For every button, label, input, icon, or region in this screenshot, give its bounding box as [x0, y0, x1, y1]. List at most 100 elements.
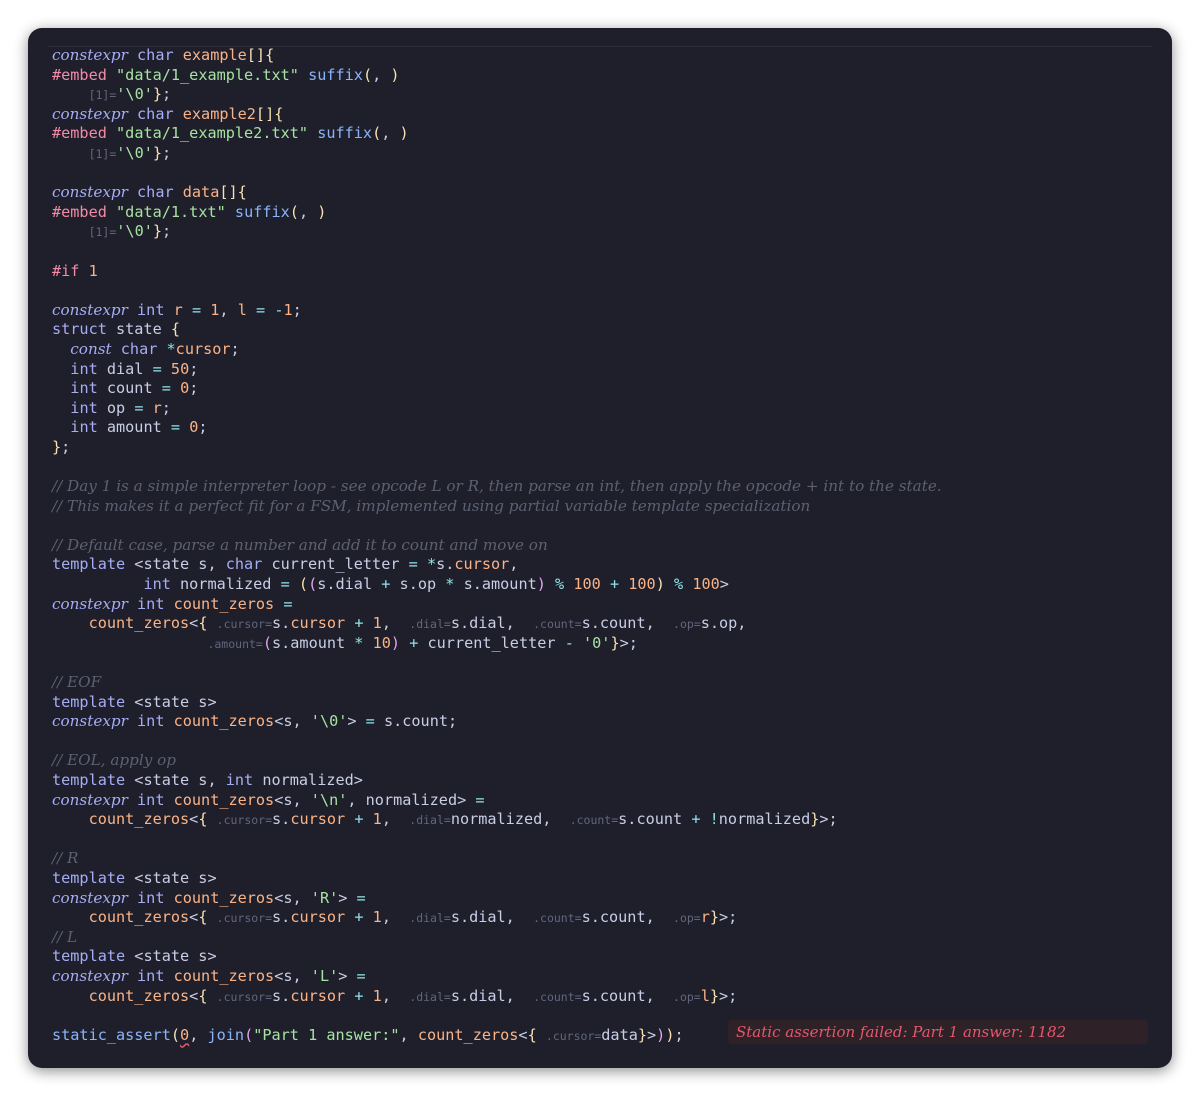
code-line[interactable]: [52, 830, 1162, 850]
code-line[interactable]: constexpr char example2[]{: [52, 105, 1162, 125]
code-text: ;: [230, 339, 240, 358]
code-line[interactable]: #embed "data/1_example2.txt" suffix(, ): [52, 124, 1162, 144]
code-text: ;: [161, 398, 171, 417]
code-line[interactable]: int op = r;: [52, 399, 1162, 419]
code-line[interactable]: [1]='\0'};: [52, 222, 1162, 242]
code-line[interactable]: [52, 242, 1162, 262]
bracket: ): [390, 65, 400, 84]
code-line[interactable]: count_zeros<{ .cursor=s.cursor + 1, .dia…: [52, 810, 1162, 830]
code-line[interactable]: // Day 1 is a simple interpreter loop - …: [52, 477, 1162, 497]
code-line[interactable]: constexpr int r = 1, l = -1;: [52, 301, 1162, 321]
code-text: normalized>: [253, 770, 363, 789]
code-line[interactable]: // Default case, parse a number and add …: [52, 536, 1162, 556]
code-line[interactable]: [52, 732, 1162, 752]
operator: -: [564, 633, 574, 652]
code-line[interactable]: constexpr int count_zeros<s, '\n', norma…: [52, 791, 1162, 811]
code-line[interactable]: // This makes it a perfect fit for a FSM…: [52, 497, 1162, 517]
code-line[interactable]: count_zeros<{ .cursor=s.cursor + 1, .dia…: [52, 987, 1162, 1007]
code-line[interactable]: int count = 0;: [52, 379, 1162, 399]
code-line[interactable]: [52, 164, 1162, 184]
code-line[interactable]: int dial = 50;: [52, 360, 1162, 380]
code-text: ;: [189, 379, 199, 398]
inlay-hint: .op=: [673, 989, 701, 1004]
code-text: <state s,: [125, 770, 226, 789]
code-line[interactable]: int normalized = ((s.dial + s.op * s.amo…: [52, 575, 1162, 595]
code-line[interactable]: constexpr int count_zeros =: [52, 595, 1162, 615]
code-line[interactable]: constexpr int count_zeros<s, 'L'> =: [52, 967, 1162, 987]
bracket: []{: [246, 46, 275, 64]
code-line[interactable]: constexpr int count_zeros<s, '\0'> = s.c…: [52, 712, 1162, 732]
code-line[interactable]: [52, 457, 1162, 477]
code-text: >: [338, 888, 357, 907]
code-line[interactable]: [52, 653, 1162, 673]
identifier: count_zeros: [88, 810, 190, 829]
code-line[interactable]: template <state s, char current_letter =…: [52, 555, 1162, 575]
code-line[interactable]: // EOF: [52, 673, 1162, 693]
code-line[interactable]: [1]='\0'};: [52, 144, 1162, 164]
code-text: data: [601, 1025, 638, 1044]
string-literal: 'R': [310, 888, 339, 907]
operator: %: [674, 575, 684, 594]
code-line[interactable]: constexpr char data[]{: [52, 183, 1162, 203]
code-line[interactable]: struct state {: [52, 320, 1162, 340]
code-line[interactable]: [52, 516, 1162, 536]
code-line[interactable]: constexpr int count_zeros<s, 'R'> =: [52, 889, 1162, 909]
code-line[interactable]: #embed "data/1.txt" suffix(, ): [52, 203, 1162, 223]
code-line[interactable]: #embed "data/1_example.txt" suffix(, ): [52, 66, 1162, 86]
number-literal: 50: [170, 359, 190, 378]
code-line[interactable]: template <state s>: [52, 869, 1162, 889]
operator: =: [356, 966, 366, 985]
identifier: count_zeros: [173, 594, 275, 613]
keyword: char: [137, 183, 174, 202]
identifier: count_zeros: [88, 614, 190, 633]
code-line[interactable]: template <state s>: [52, 947, 1162, 967]
code-line[interactable]: // EOL, apply op: [52, 751, 1162, 771]
code-line[interactable]: int amount = 0;: [52, 418, 1162, 438]
bracket: }: [709, 986, 720, 1005]
code-line[interactable]: };: [52, 438, 1162, 458]
code-area[interactable]: constexpr char example[]{#embed "data/1_…: [52, 46, 1162, 1045]
code-line[interactable]: template <state s>: [52, 693, 1162, 713]
code-line[interactable]: template <state s, int normalized>: [52, 771, 1162, 791]
code-text: s.count,: [581, 614, 674, 633]
preprocessor: #embed: [52, 124, 107, 143]
code-line[interactable]: count_zeros<{ .cursor=s.cursor + 1, .dia…: [52, 614, 1162, 634]
preprocessor: #embed: [52, 65, 107, 84]
code-line[interactable]: #if 1: [52, 262, 1162, 282]
code-text: normalized: [718, 810, 811, 829]
code-text: s.op,: [700, 614, 747, 633]
code-line[interactable]: count_zeros<{ .cursor=s.cursor + 1, .dia…: [52, 908, 1162, 928]
number-literal: 1: [372, 908, 382, 927]
code-text: ;: [198, 418, 208, 437]
bracket: ): [399, 124, 409, 143]
code-text: >: [647, 1025, 657, 1044]
code-line[interactable]: constexpr char example[]{: [52, 46, 1162, 66]
preprocessor: #embed: [52, 202, 107, 221]
code-line[interactable]: .amount=(s.amount * 10) + current_letter…: [52, 634, 1162, 654]
code-line[interactable]: [1]='\0'};: [52, 85, 1162, 105]
code-line[interactable]: // L: [52, 928, 1162, 948]
keyword: template: [52, 868, 126, 887]
code-line[interactable]: // R: [52, 849, 1162, 869]
code-line[interactable]: [52, 281, 1162, 301]
keyword: int: [137, 888, 165, 907]
code-line[interactable]: const char *cursor;: [52, 340, 1162, 360]
identifier: count_zeros: [173, 888, 275, 907]
keyword: template: [52, 555, 126, 574]
